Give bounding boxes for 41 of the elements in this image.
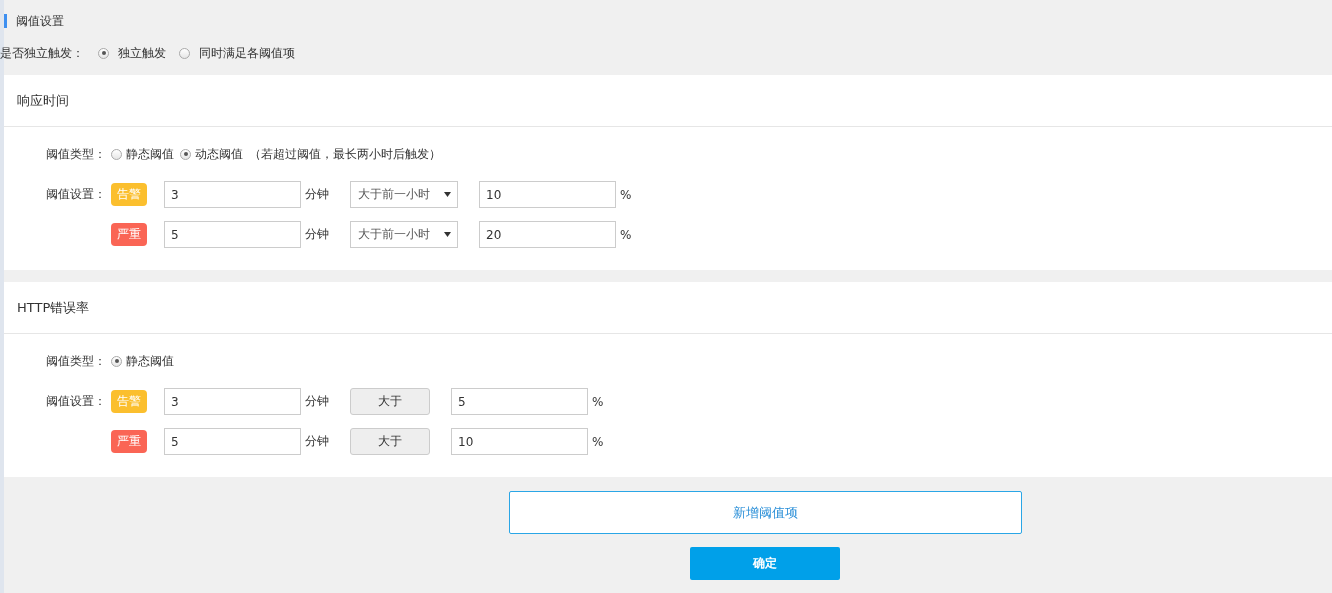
field-label: 阈值设置： <box>45 393 106 410</box>
field-label: 阈值类型： <box>45 145 106 163</box>
percent-label: % <box>592 434 604 449</box>
minutes-input[interactable]: 5 <box>164 428 301 455</box>
value-input[interactable]: 10 <box>451 428 588 455</box>
percent-label: % <box>620 187 632 202</box>
minutes-input[interactable]: 3 <box>164 388 301 415</box>
radio-option[interactable]: 静态阈值 <box>111 145 174 163</box>
severity-badge: 告警 <box>111 183 147 206</box>
caret-icon <box>444 192 451 197</box>
minutes-input[interactable]: 5 <box>164 221 301 248</box>
severity-badge: 严重 <box>111 223 147 246</box>
section-title: HTTP错误率 <box>17 298 90 317</box>
section-title: 响应时间 <box>17 91 69 110</box>
unit-label: 分钟 <box>305 186 330 203</box>
percent-label: % <box>592 394 604 409</box>
trigger-label: 是否独立触发： <box>0 44 84 62</box>
unit-label: 分钟 <box>305 433 330 450</box>
value-input[interactable]: 5 <box>451 388 588 415</box>
minutes-input[interactable]: 3 <box>164 181 301 208</box>
severity-badge: 严重 <box>111 430 147 453</box>
hint-text: （若超过阈值，最长两小时后触发） <box>249 145 441 163</box>
percent-label: % <box>620 227 632 242</box>
radio-option[interactable]: 同时满足各阈值项 <box>179 44 295 62</box>
unit-label: 分钟 <box>305 226 330 243</box>
caret-icon <box>444 232 451 237</box>
value-input[interactable]: 10 <box>479 181 616 208</box>
field-label: 阈值类型： <box>45 352 106 370</box>
unit-label: 分钟 <box>305 393 330 410</box>
comparator-dropdown[interactable]: 大于前一小时 <box>350 181 458 208</box>
comparator-button[interactable]: 大于 <box>350 388 430 415</box>
radio-option[interactable]: 独立触发 <box>98 44 166 62</box>
comparator-dropdown[interactable]: 大于前一小时 <box>350 221 458 248</box>
radio-option[interactable]: 静态阈值 <box>111 352 174 370</box>
comparator-button[interactable]: 大于 <box>350 428 430 455</box>
radio-option[interactable]: 动态阈值 <box>180 145 243 163</box>
page-title: 阈值设置 <box>16 12 64 30</box>
severity-badge: 告警 <box>111 390 147 413</box>
value-input[interactable]: 20 <box>479 221 616 248</box>
add-threshold-button[interactable]: 新增阈值项 <box>508 491 1022 534</box>
field-label: 阈值设置： <box>45 186 106 203</box>
